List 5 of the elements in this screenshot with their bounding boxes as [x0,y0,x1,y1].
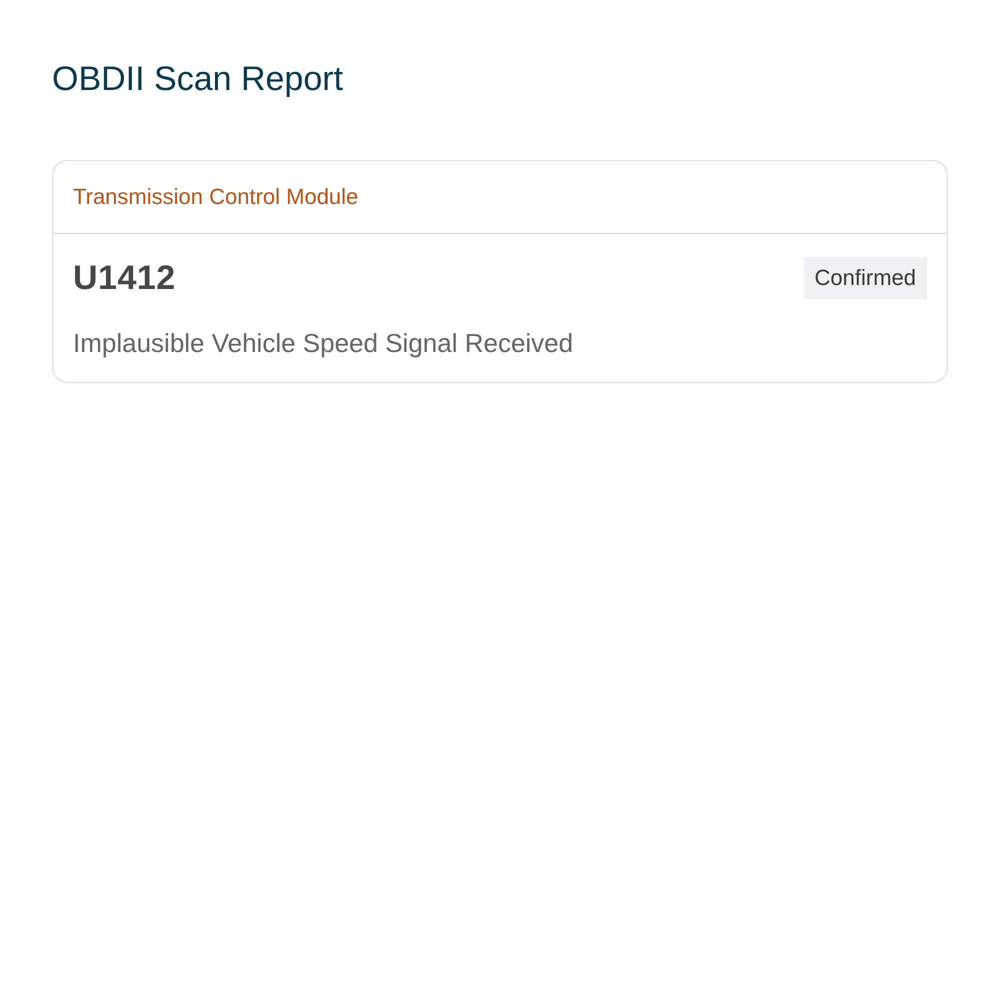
page-title: OBDII Scan Report [52,59,344,99]
trouble-code: U1412 [73,258,176,298]
module-name: Transmission Control Module [73,184,358,210]
code-description: Implausible Vehicle Speed Signal Received [73,327,574,359]
status-badge: Confirmed [804,257,927,299]
